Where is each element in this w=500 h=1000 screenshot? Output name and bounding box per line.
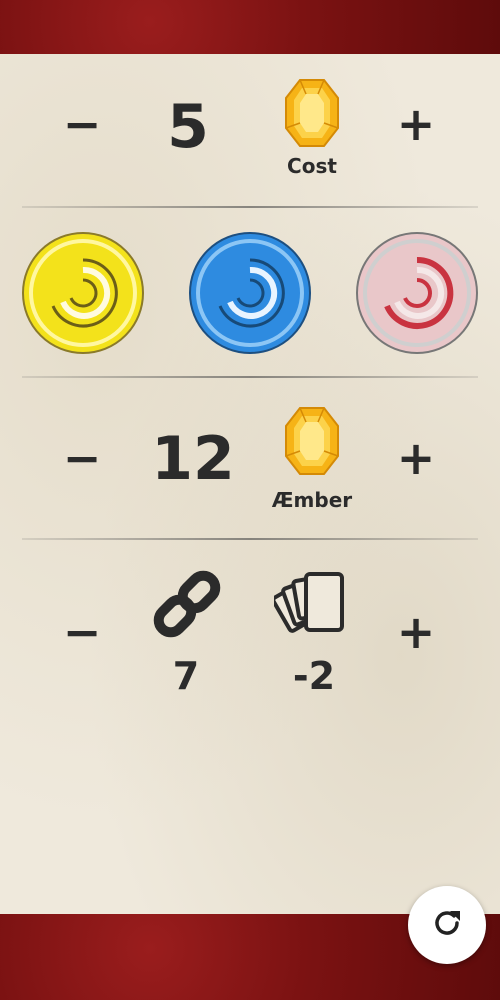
blue-house-icon[interactable] <box>187 230 313 360</box>
refresh-icon <box>430 906 464 944</box>
top-bar <box>0 0 500 54</box>
divider <box>22 206 478 208</box>
chain-increment-button[interactable]: + <box>386 602 446 662</box>
cost-value: 5 <box>167 92 209 162</box>
aember-gem-icon <box>284 78 340 152</box>
yellow-house-icon[interactable] <box>20 230 146 360</box>
red-house-icon[interactable] <box>354 230 480 360</box>
cost-decrement-button[interactable]: − <box>52 94 112 154</box>
divider <box>22 538 478 540</box>
chains-value: 7 <box>172 654 200 698</box>
aember-gem-icon <box>284 406 340 480</box>
amber-increment-button[interactable]: + <box>386 428 446 488</box>
refresh-button[interactable] <box>408 886 486 964</box>
cost-increment-button[interactable]: + <box>386 94 446 154</box>
chain-link-icon <box>148 566 226 646</box>
amber-decrement-button[interactable]: − <box>52 428 112 488</box>
chain-decrement-button[interactable]: − <box>52 602 112 662</box>
divider <box>22 376 478 378</box>
amber-label: Æmber <box>271 488 353 512</box>
counter-panel: − 5 Cost + − 12 Æmber + − 7 -2 + <box>0 54 500 914</box>
cost-label: Cost <box>287 154 337 178</box>
amber-value: 12 <box>151 424 235 494</box>
cards-value: -2 <box>292 654 336 698</box>
cards-icon <box>271 570 348 640</box>
